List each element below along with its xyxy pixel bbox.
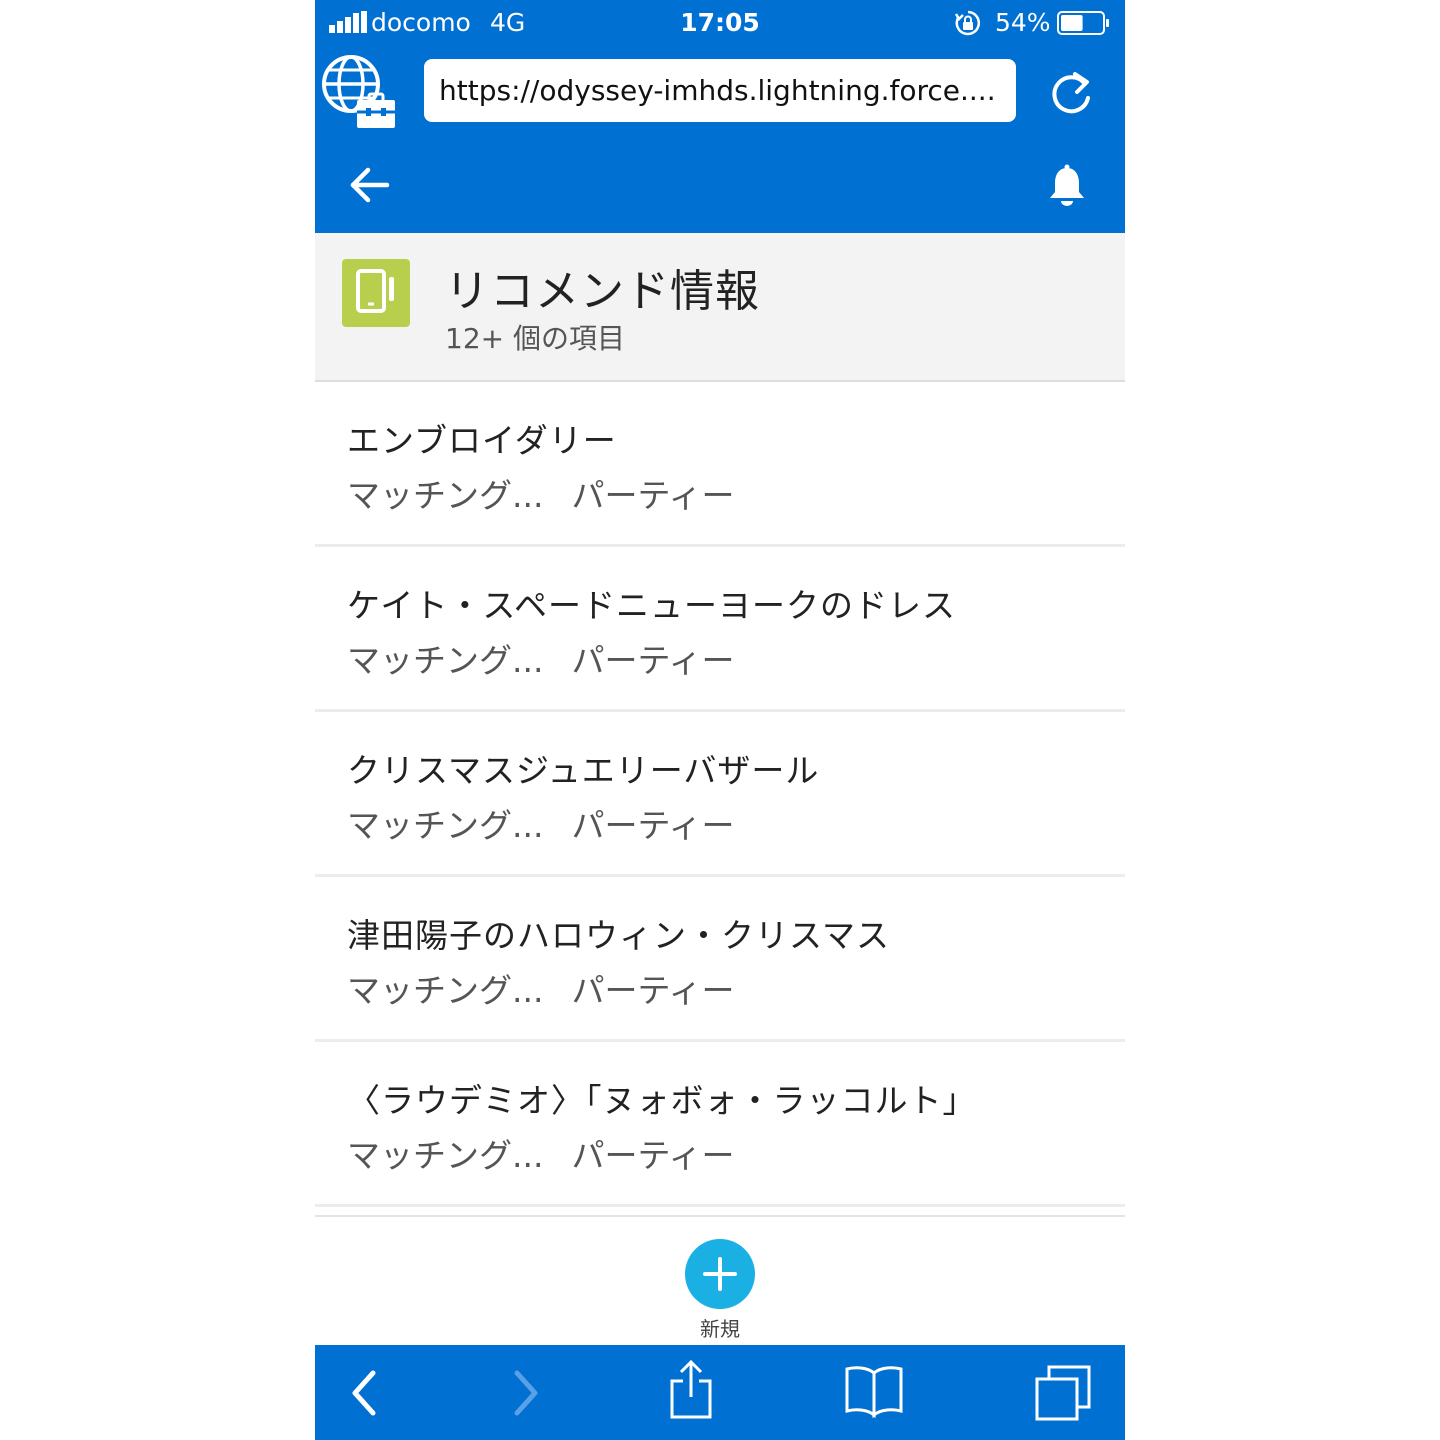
back-arrow-icon[interactable] (349, 166, 391, 204)
phone-screen: docomo 4G 17:05 54% https://odyssey-imhd… (315, 0, 1125, 1440)
record-field-matching: マッチング... (347, 476, 544, 515)
tablet-icon (356, 269, 394, 313)
record-title: エンブロイダリー (347, 421, 617, 460)
record-list: エンブロイダリー マッチング... パーティー ケイト・スペードニューヨークのドレ… (315, 382, 1125, 1207)
rotation-lock-icon (955, 10, 981, 36)
share-icon[interactable] (667, 1359, 715, 1421)
new-record-button[interactable] (685, 1239, 755, 1309)
list-item[interactable]: ケイト・スペードニューヨークのドレス マッチング... パーティー (315, 547, 1125, 712)
status-bar: docomo 4G 17:05 54% (315, 0, 1125, 44)
record-field-category: パーティー (571, 806, 735, 845)
item-count: 12+ 個の項目 (445, 322, 625, 355)
record-title: クリスマスジュエリーバザール (347, 751, 820, 790)
record-field-category: パーティー (571, 1136, 735, 1175)
record-details: マッチング... パーティー (347, 799, 735, 847)
list-item[interactable]: クリスマスジュエリーバザール マッチング... パーティー (315, 712, 1125, 877)
record-details: マッチング... パーティー (347, 964, 735, 1012)
record-field-category: パーティー (571, 476, 735, 515)
browser-toolbar (315, 1345, 1125, 1440)
record-details: マッチング... パーティー (347, 634, 735, 682)
plus-icon (703, 1257, 737, 1291)
browser-url-bar: https://odyssey-imhds.lightning.force...… (315, 44, 1125, 138)
record-title: ケイト・スペードニューヨークのドレス (347, 586, 957, 625)
page-title: リコメンド情報 (445, 266, 760, 317)
list-item[interactable]: 〈ラウデミオ〉「ヌォボォ・ラッコルト」 マッチング... パーティー (315, 1042, 1125, 1207)
record-field-category: パーティー (571, 641, 735, 680)
browser-back-icon[interactable] (345, 1369, 385, 1417)
new-action-bar: 新規 (315, 1215, 1125, 1347)
tabs-icon[interactable] (1033, 1363, 1093, 1423)
object-type-badge (342, 259, 410, 327)
battery-percent: 54% (995, 8, 1051, 37)
reload-icon[interactable] (1047, 66, 1095, 118)
record-title: 〈ラウデミオ〉「ヌォボォ・ラッコルト」 (347, 1081, 977, 1120)
browser-forward-icon[interactable] (505, 1369, 545, 1417)
app-header (315, 138, 1125, 233)
record-field-matching: マッチング... (347, 971, 544, 1010)
record-field-matching: マッチング... (347, 806, 544, 845)
globe-briefcase-icon (322, 55, 395, 128)
bookmarks-icon[interactable] (843, 1363, 905, 1419)
battery-icon (1057, 11, 1109, 35)
record-field-matching: マッチング... (347, 641, 544, 680)
record-field-category: パーティー (571, 971, 735, 1010)
list-view-header: リコメンド情報 12+ 個の項目 (315, 233, 1125, 382)
notification-bell-icon[interactable] (1047, 164, 1087, 208)
record-field-matching: マッチング... (347, 1136, 544, 1175)
record-details: マッチング... パーティー (347, 1129, 735, 1177)
record-details: マッチング... パーティー (347, 469, 735, 517)
new-record-label: 新規 (700, 1317, 740, 1341)
record-title: 津田陽子のハロウィン・クリスマス (347, 916, 891, 955)
list-item[interactable]: エンブロイダリー マッチング... パーティー (315, 382, 1125, 547)
url-field[interactable]: https://odyssey-imhds.lightning.force...… (424, 59, 1016, 122)
list-item[interactable]: 津田陽子のハロウィン・クリスマス マッチング... パーティー (315, 877, 1125, 1042)
